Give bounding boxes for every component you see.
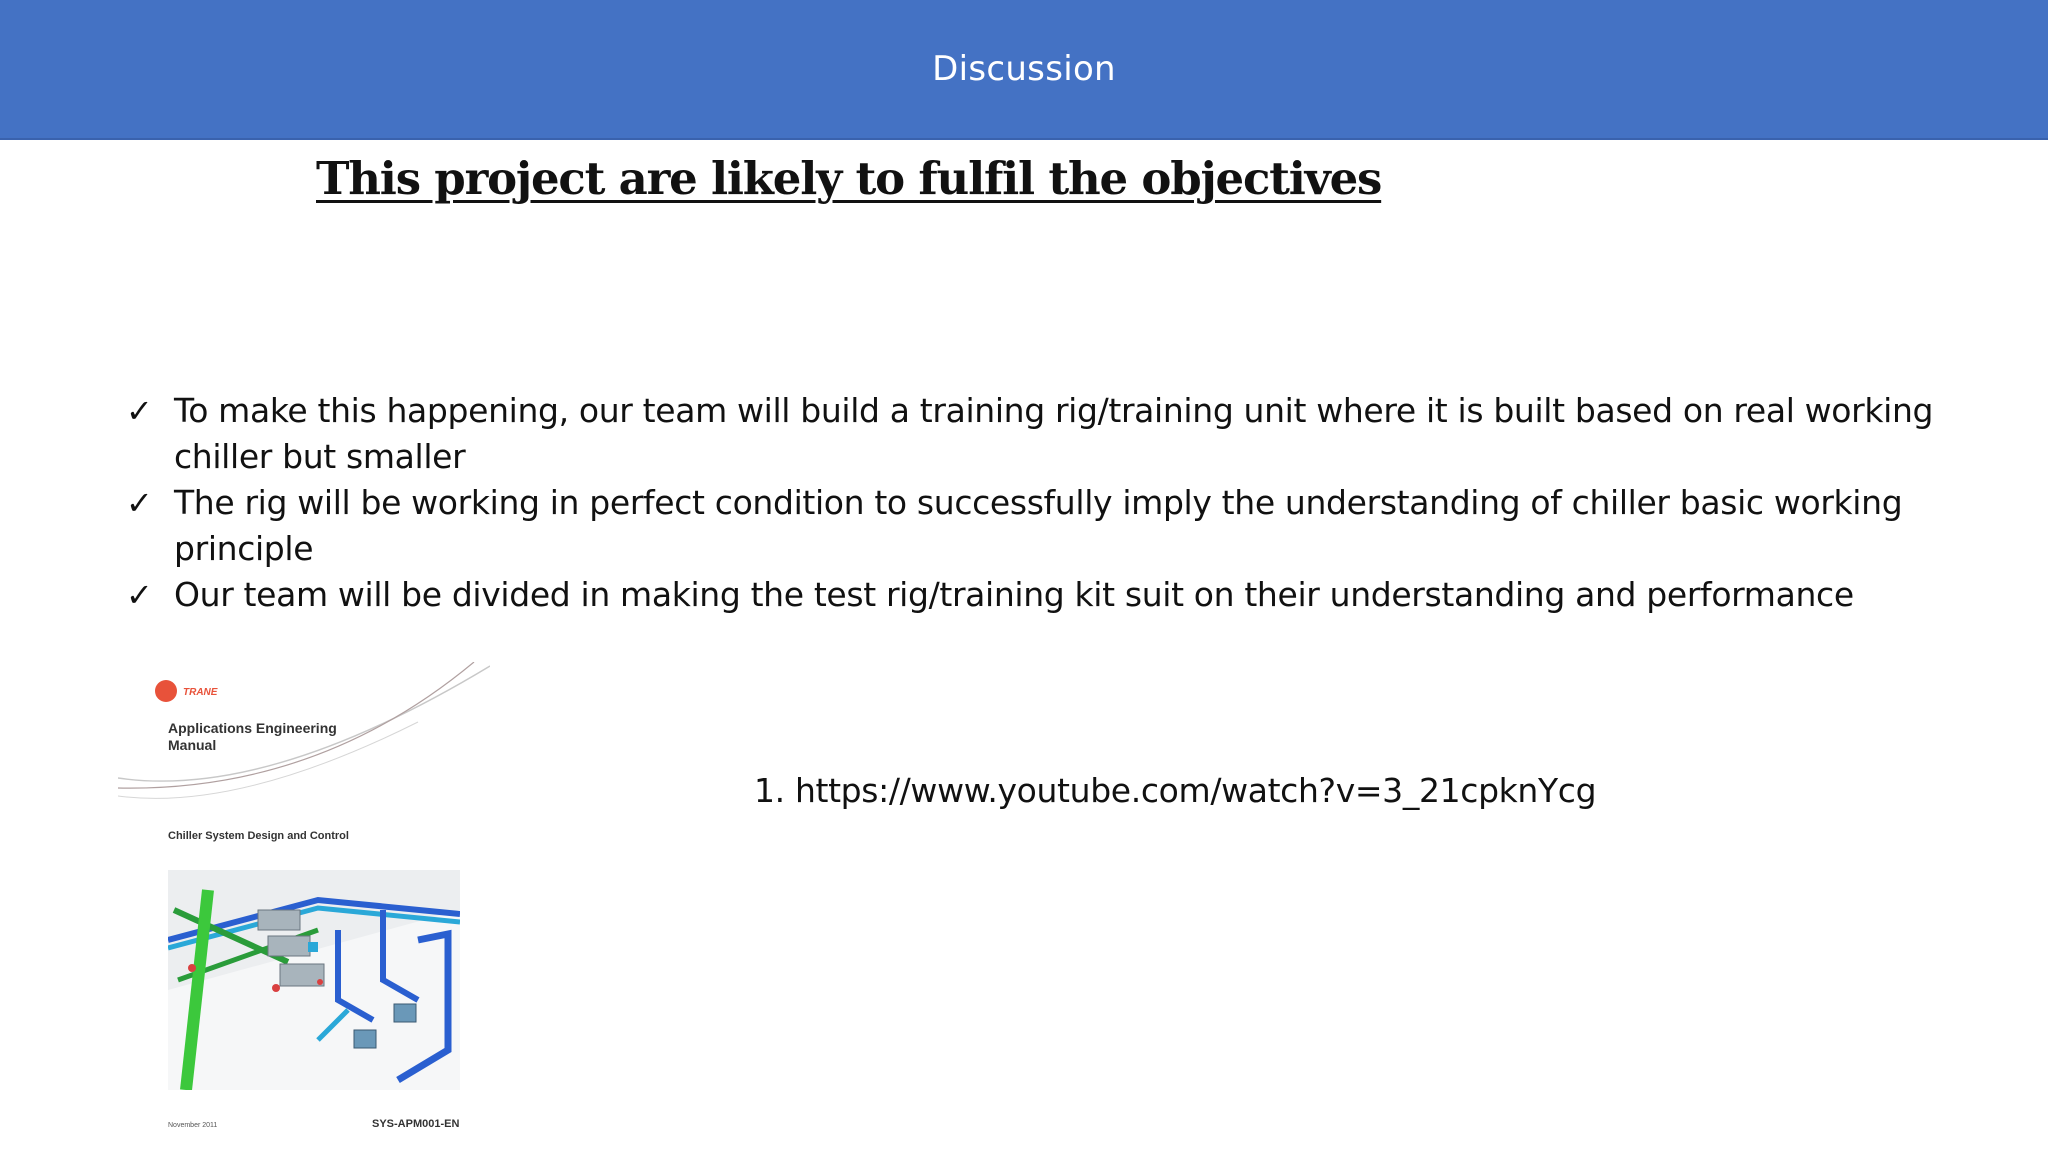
bullet-text: To make this happening, our team will bu…	[174, 391, 1934, 476]
bullet-item: ✓ The rig will be working in perfect con…	[126, 480, 2006, 572]
header-title: Discussion	[932, 49, 1116, 89]
bullet-text: The rig will be working in perfect condi…	[174, 483, 1903, 568]
page-title: This project are likely to fulfil the ob…	[316, 152, 1382, 205]
manual-cover-image: TRANE Applications Engineering Manual Ch…	[118, 662, 490, 1148]
cover-heading: Applications Engineering Manual	[168, 720, 337, 753]
bullet-item: ✓ Our team will be divided in making the…	[126, 572, 2006, 618]
trane-logo-icon: TRANE	[155, 680, 218, 702]
cover-date: November 2011	[168, 1122, 218, 1129]
check-icon: ✓	[126, 392, 153, 430]
cover-document-code: SYS-APM001-EN	[372, 1118, 460, 1130]
bullet-text: Our team will be divided in making the t…	[174, 575, 1854, 614]
header-bar: Discussion	[0, 0, 2048, 140]
bullet-item: ✓ To make this happening, our team will …	[126, 388, 2006, 480]
chiller-plant-illustration	[168, 870, 460, 1090]
check-icon: ✓	[126, 576, 153, 614]
reference-url[interactable]: https://www.youtube.com/watch?v=3_21cpkn…	[795, 771, 1597, 810]
reference-list: 1. https://www.youtube.com/watch?v=3_21c…	[754, 768, 1597, 814]
slide: Discussion This project are likely to fu…	[0, 0, 2048, 1152]
check-icon: ✓	[126, 484, 153, 522]
cover-subtitle: Chiller System Design and Control	[168, 830, 349, 842]
reference-number: 1.	[754, 771, 785, 810]
reference-item: 1. https://www.youtube.com/watch?v=3_21c…	[754, 768, 1597, 814]
trane-logo-text: TRANE	[183, 687, 218, 698]
bullet-list: ✓ To make this happening, our team will …	[126, 388, 2006, 618]
